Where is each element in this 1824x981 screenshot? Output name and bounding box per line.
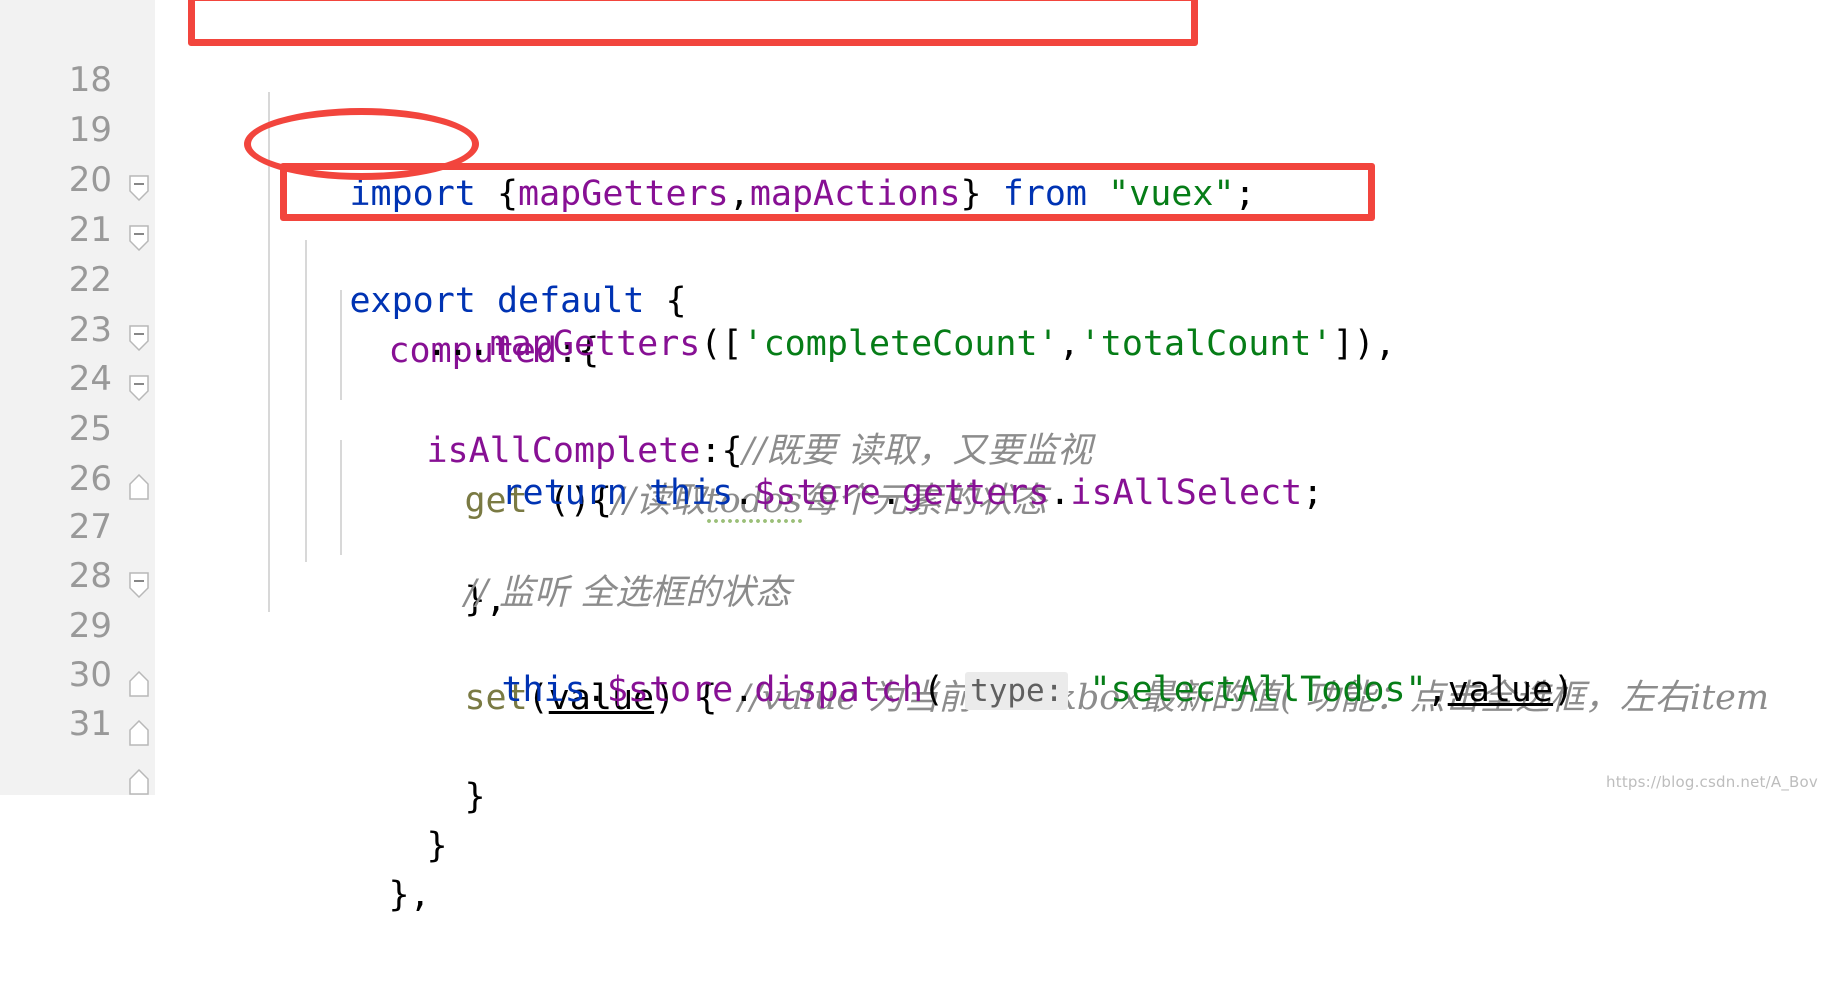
fold-end-icon[interactable]	[128, 655, 150, 795]
token-brace: }	[464, 777, 486, 817]
editor-line[interactable]: 20 computed:{	[0, 95, 1824, 371]
fold-end-icon[interactable]	[128, 606, 150, 746]
editor-line[interactable]: 24 return this.$store.getters.isAllSelec…	[0, 294, 1824, 513]
fold-collapse-icon[interactable]	[128, 61, 150, 201]
editor-line[interactable]: 31 },	[0, 639, 1824, 915]
line-content[interactable]: },	[262, 810, 431, 981]
editor-line[interactable]: 21 ...mapGetters(['completeCount','total…	[0, 145, 1824, 364]
fold-collapse-icon[interactable]	[128, 111, 150, 251]
fold-collapse-icon[interactable]	[128, 261, 150, 401]
fold-end-icon[interactable]	[128, 360, 150, 500]
editor-line[interactable]: 19 export default {	[0, 45, 1824, 321]
fold-end-icon[interactable]	[128, 557, 150, 697]
editor-line[interactable]: 25 },	[0, 344, 1824, 620]
code-editor[interactable]: 18 import {mapGetters,mapActions} from "…	[0, 0, 1824, 915]
editor-line[interactable]: 28 this.$store.dispatch( type: "selectAl…	[0, 491, 1824, 710]
fold-collapse-icon[interactable]	[128, 458, 150, 598]
editor-line[interactable]: 22 isAllComplete:{//既要 读取，又要监视	[0, 195, 1824, 471]
fold-collapse-icon[interactable]	[128, 211, 150, 351]
watermark: https://blog.csdn.net/A_Bov	[1606, 773, 1818, 791]
token-brace-comma: },	[388, 875, 431, 915]
line-number: 31	[68, 704, 112, 744]
